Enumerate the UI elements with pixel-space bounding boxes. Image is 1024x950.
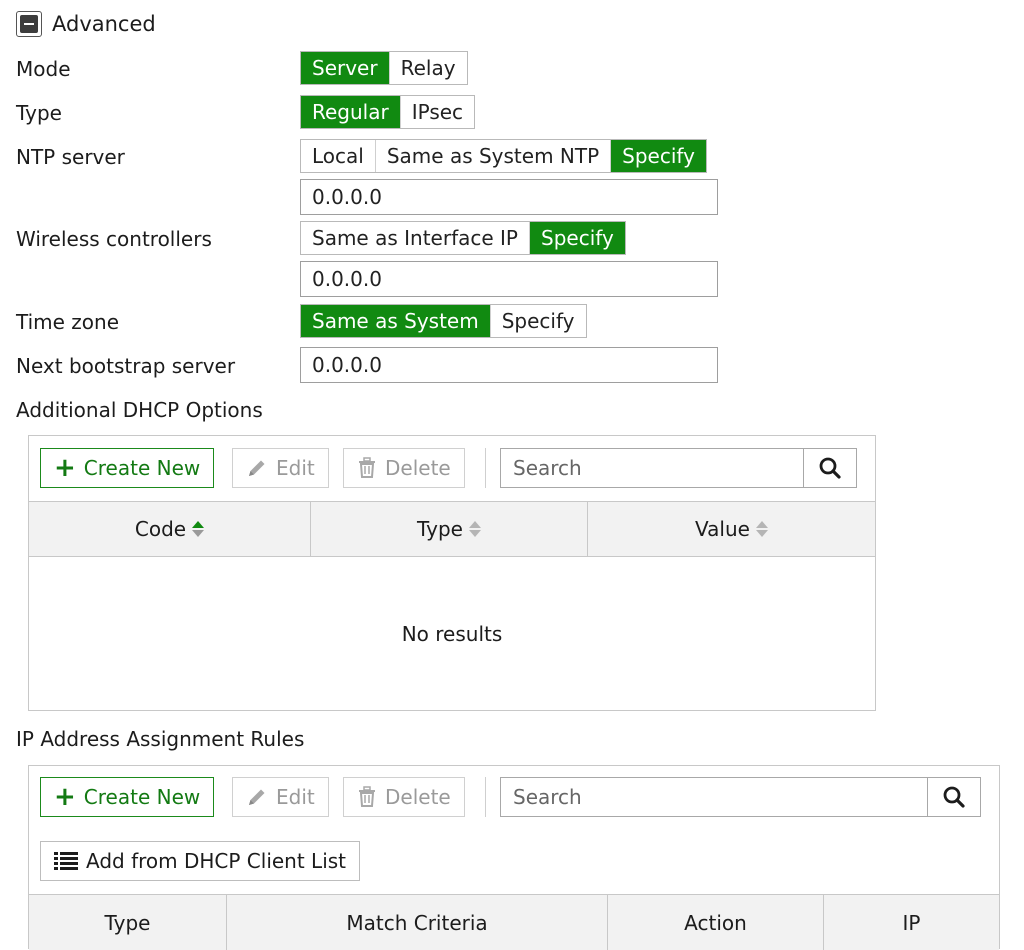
dhcp-empty-state: No results [401, 621, 503, 646]
list-icon [54, 852, 78, 870]
ip-create-new-button[interactable]: + Create New [40, 777, 215, 817]
trash-icon [359, 786, 375, 807]
search-icon [943, 786, 965, 808]
type-toggle: Regular IPsec [300, 95, 476, 129]
dhcp-options-title: Additional DHCP Options [16, 398, 263, 422]
ip-rules-panel: + Create New Edit Delete Search Add from… [28, 765, 1000, 950]
advanced-section-header[interactable]: Advanced [16, 8, 156, 40]
dhcp-delete-label: Delete [385, 456, 451, 480]
wireless-controllers-label: Wireless controllers [16, 227, 212, 251]
ip-search-input[interactable]: Search [501, 778, 927, 816]
add-from-dhcp-client-list-button[interactable]: Add from DHCP Client List [40, 841, 361, 881]
sort-icon [468, 521, 481, 537]
tz-option-specify[interactable]: Specify [491, 305, 586, 337]
mode-label: Mode [16, 57, 71, 81]
column-action[interactable]: Action [608, 895, 824, 950]
dhcp-search-input[interactable]: Search [501, 449, 803, 487]
ip-search-button[interactable] [927, 778, 980, 816]
pencil-icon [249, 789, 265, 805]
column-match-criteria[interactable]: Match Criteria [227, 895, 608, 950]
ntp-server-label: NTP server [16, 145, 125, 169]
sort-icon [192, 521, 205, 537]
trash-icon [359, 457, 375, 478]
dhcp-edit-label: Edit [276, 456, 315, 480]
ntp-server-toggle: Local Same as System NTP Specify [300, 139, 707, 173]
column-type-label: Type [104, 910, 151, 935]
column-code-label: Code [134, 517, 187, 541]
toolbar-divider [485, 777, 486, 817]
column-ip-label: IP [902, 910, 921, 935]
ip-create-new-label: Create New [83, 785, 201, 809]
ntp-option-same-as-system[interactable]: Same as System NTP [376, 140, 612, 172]
time-zone-toggle: Same as System Specify [300, 304, 587, 338]
sort-icon [755, 521, 768, 537]
column-type[interactable]: Type [311, 502, 588, 556]
plus-icon: + [54, 453, 76, 483]
column-ip[interactable]: IP [824, 895, 999, 950]
type-option-regular[interactable]: Regular [301, 96, 401, 128]
column-type[interactable]: Type [29, 895, 227, 950]
ntp-server-input[interactable]: 0.0.0.0 [300, 179, 718, 215]
column-action-label: Action [684, 910, 747, 935]
ip-edit-button[interactable]: Edit [232, 777, 329, 817]
ip-delete-label: Delete [385, 785, 451, 809]
mode-option-relay[interactable]: Relay [390, 52, 467, 84]
search-icon [819, 457, 841, 479]
pencil-icon [249, 460, 265, 476]
dhcp-create-new-label: Create New [83, 456, 201, 480]
ip-delete-button[interactable]: Delete [343, 777, 465, 817]
advanced-title: Advanced [52, 12, 156, 36]
ntp-option-specify[interactable]: Specify [611, 140, 706, 172]
wireless-controllers-toggle: Same as Interface IP Specify [300, 221, 626, 255]
wlc-option-specify[interactable]: Specify [530, 222, 625, 254]
toolbar-divider [485, 448, 486, 488]
dhcp-search: Search [500, 448, 857, 488]
column-match-criteria-label: Match Criteria [346, 910, 488, 935]
tz-option-same-as-system[interactable]: Same as System [301, 305, 491, 337]
collapse-icon[interactable] [16, 11, 42, 37]
next-bootstrap-input[interactable]: 0.0.0.0 [300, 347, 718, 383]
next-bootstrap-label: Next bootstrap server [16, 354, 236, 378]
ip-search: Search [500, 777, 981, 817]
ip-rules-title: IP Address Assignment Rules [16, 727, 305, 751]
plus-icon: + [54, 782, 76, 812]
column-type-label: Type [417, 517, 463, 541]
time-zone-label: Time zone [16, 310, 120, 334]
column-value[interactable]: Value [588, 502, 875, 556]
ip-edit-label: Edit [276, 785, 315, 809]
dhcp-edit-button[interactable]: Edit [232, 448, 329, 488]
dhcp-options-panel: + Create New Edit Delete Search Code Typ… [28, 435, 876, 711]
type-label: Type [16, 101, 62, 125]
mode-toggle: Server Relay [300, 51, 468, 85]
dhcp-create-new-button[interactable]: + Create New [40, 448, 215, 488]
ip-rules-table-header: Type Match Criteria Action IP [29, 894, 999, 950]
mode-option-server[interactable]: Server [301, 52, 390, 84]
wireless-controllers-input[interactable]: 0.0.0.0 [300, 261, 718, 297]
column-code[interactable]: Code [29, 502, 311, 556]
wlc-option-same-as-interface[interactable]: Same as Interface IP [301, 222, 530, 254]
column-value-label: Value [695, 517, 750, 541]
dhcp-delete-button[interactable]: Delete [343, 448, 465, 488]
dhcp-table-header: Code Type Value [29, 501, 875, 557]
type-option-ipsec[interactable]: IPsec [401, 96, 474, 128]
add-from-dhcp-client-list-label: Add from DHCP Client List [86, 849, 347, 873]
ntp-option-local[interactable]: Local [301, 140, 376, 172]
dhcp-search-button[interactable] [803, 449, 856, 487]
